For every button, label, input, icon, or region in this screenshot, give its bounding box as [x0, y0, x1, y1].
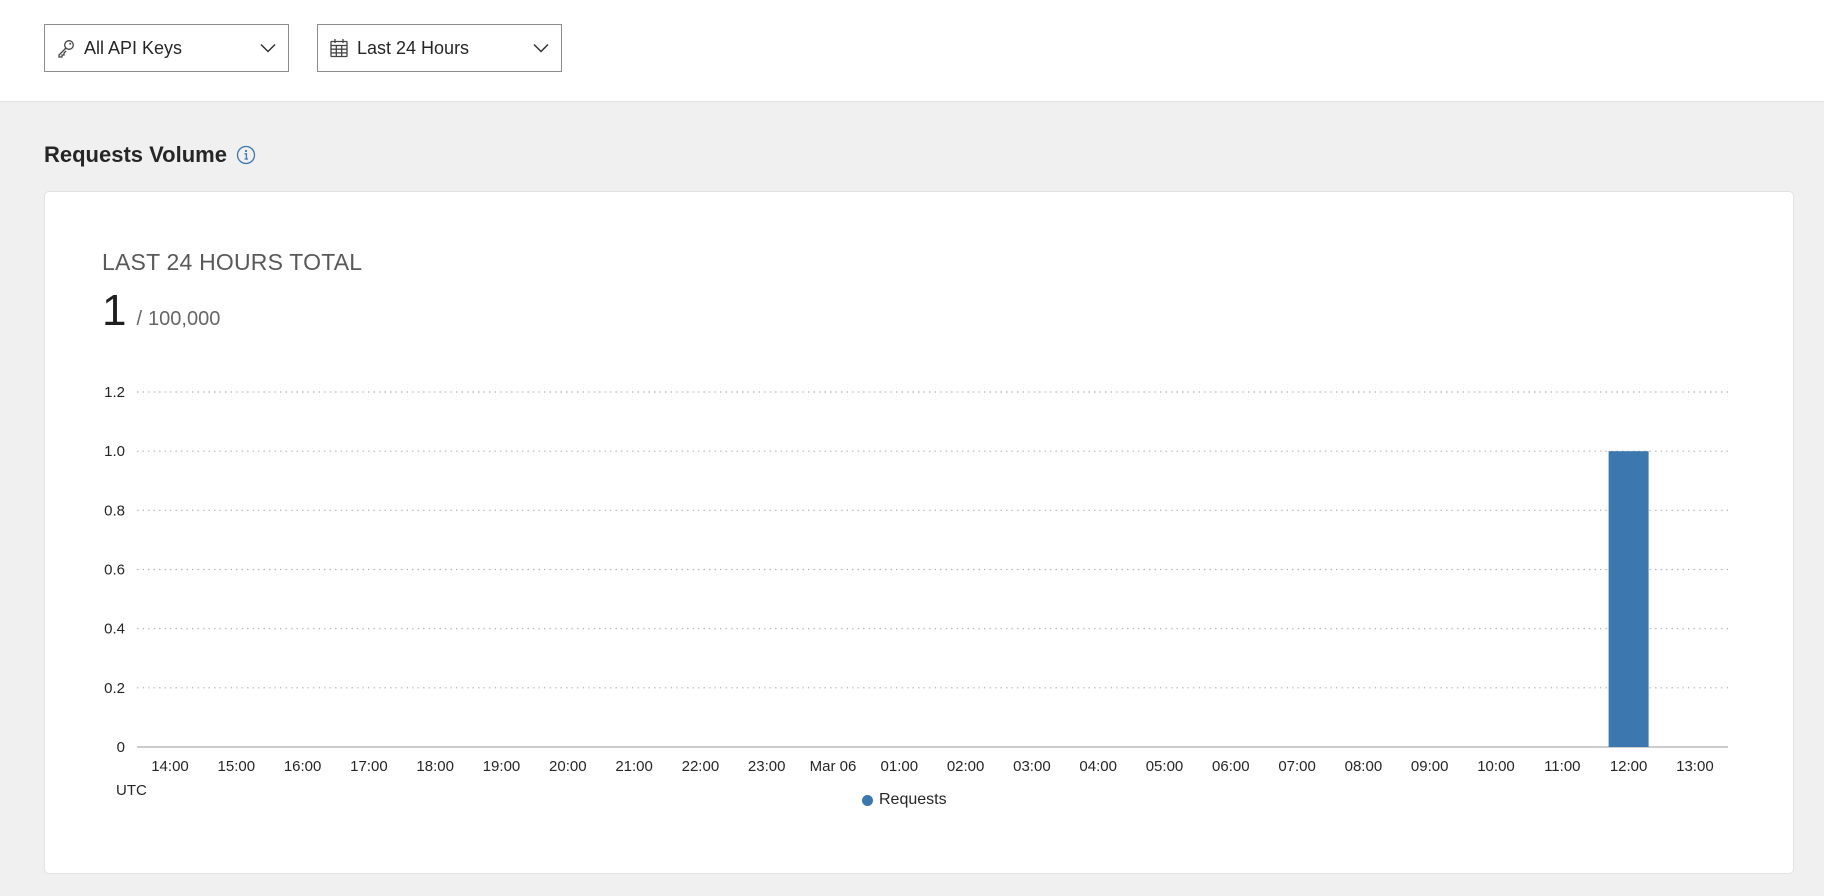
x-tick-label: 18:00: [416, 758, 454, 775]
y-tick-label: 1.2: [104, 384, 125, 401]
x-tick-label: 16:00: [284, 758, 322, 775]
y-tick-label: 1.0: [104, 443, 125, 460]
x-tick-label: 12:00: [1610, 758, 1648, 775]
x-tick-label: 21:00: [615, 758, 653, 775]
x-tick-label: 22:00: [682, 758, 720, 775]
x-tick-label: 20:00: [549, 758, 587, 775]
y-tick-label: 0.4: [104, 621, 125, 638]
x-tick-label: 23:00: [748, 758, 786, 775]
requests-volume-chart: 0 0.2 0.4 0.6 0.8 1.0 1.2 14:00 15:00 16:00 17:00 1…: [104, 384, 1728, 799]
x-tick-label: 04:00: [1079, 758, 1117, 775]
x-tick-label: 08:00: [1345, 758, 1383, 775]
legend-label: Requests: [879, 791, 947, 808]
chart-legend[interactable]: Requests: [862, 791, 947, 809]
x-tick-label: 02:00: [947, 758, 985, 775]
x-tick-label: 03:00: [1013, 758, 1051, 775]
bar[interactable]: [1608, 451, 1649, 747]
legend-swatch: [862, 794, 873, 806]
y-tick-label: 0.6: [104, 562, 125, 579]
x-tick-label: 17:00: [350, 758, 388, 775]
x-tick-label: Mar 06: [810, 758, 857, 775]
y-tick-label: 0.8: [104, 502, 125, 519]
x-axis-timezone-label: UTC: [116, 782, 147, 799]
x-tick-label: 19:00: [483, 758, 521, 775]
x-tick-label: 07:00: [1278, 758, 1316, 775]
x-tick-label: 06:00: [1212, 758, 1250, 775]
y-tick-label: 0.2: [104, 680, 125, 697]
x-tick-label: 13:00: [1676, 758, 1714, 775]
x-tick-label: 11:00: [1544, 758, 1580, 775]
x-tick-label: 14:00: [151, 758, 189, 775]
x-tick-label: 01:00: [881, 758, 919, 775]
x-tick-label: 10:00: [1477, 758, 1515, 775]
x-tick-label: 09:00: [1411, 758, 1449, 775]
x-tick-label: 05:00: [1146, 758, 1184, 775]
x-tick-label: 15:00: [218, 758, 256, 775]
y-tick-label: 0: [117, 739, 125, 756]
